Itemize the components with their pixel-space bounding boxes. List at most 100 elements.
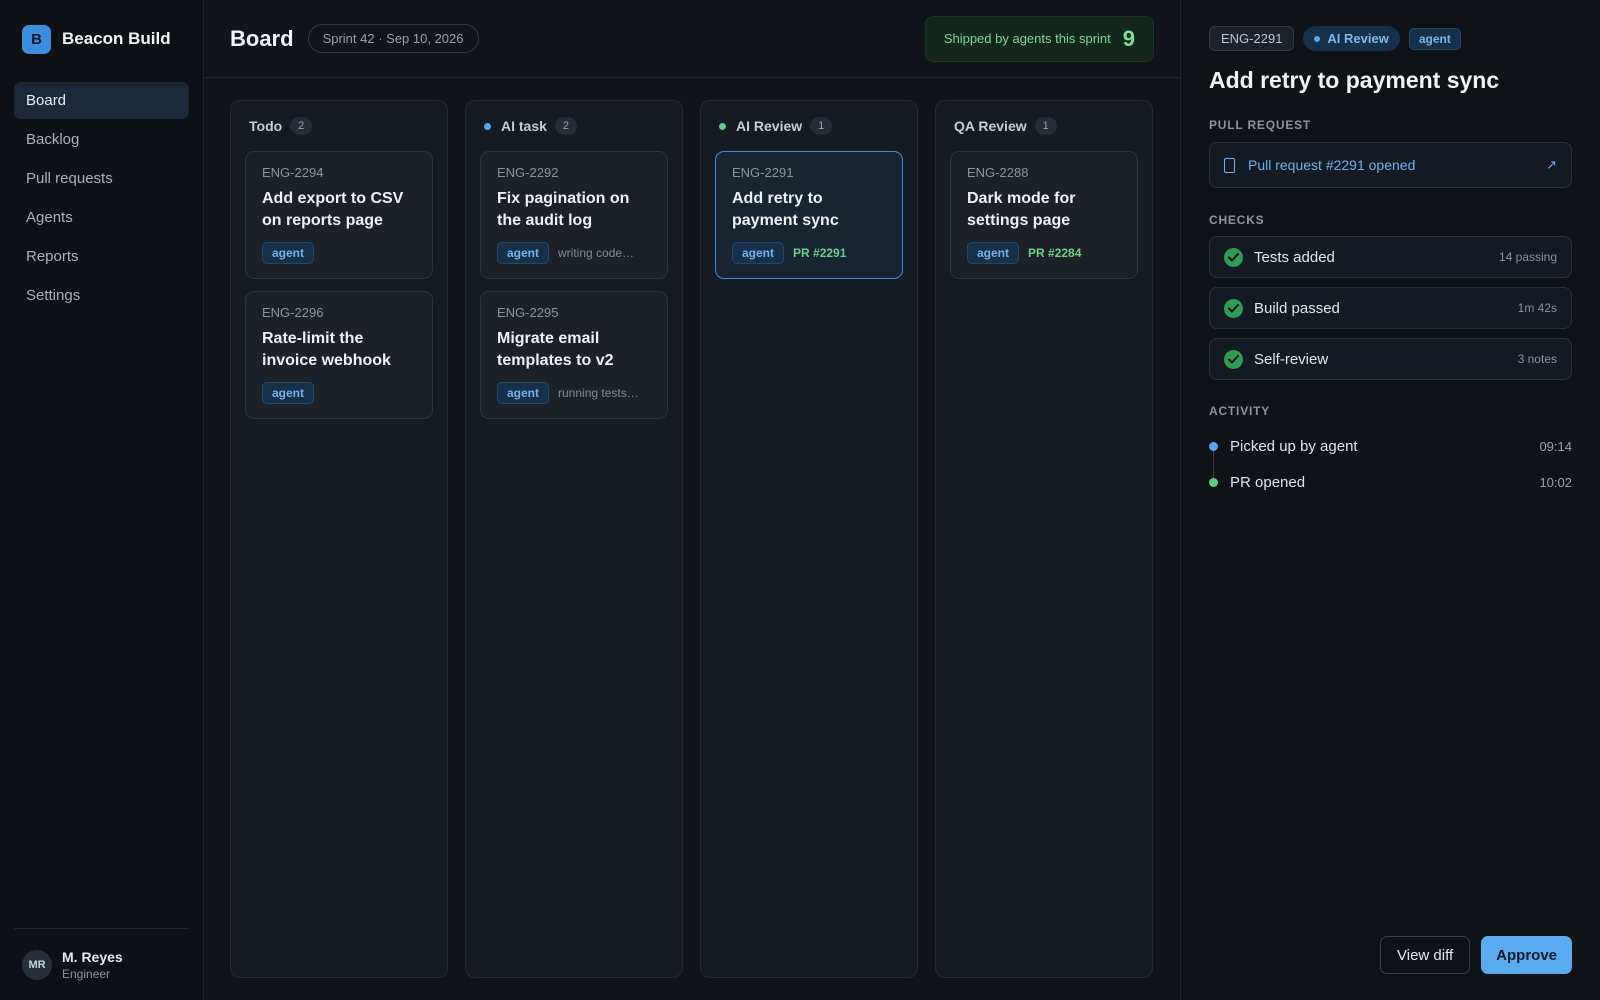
- agent-tag: agent: [732, 242, 785, 264]
- detail-tags: ENG-2291 AI Review agent: [1209, 26, 1572, 51]
- check-circle-icon: [1224, 247, 1243, 267]
- ticket-title: Migrate email templates to v2: [497, 330, 614, 369]
- brand[interactable]: B Beacon Build: [14, 0, 189, 78]
- sprint-pill[interactable]: Sprint 42 · Sep 10, 2026: [307, 24, 479, 53]
- column-count: 1: [810, 117, 833, 135]
- check-meta: 14 passing: [1498, 250, 1557, 264]
- ticket-card[interactable]: ENG-2294 Add export to CSV on reports pa…: [245, 151, 433, 279]
- avatar: MR: [22, 949, 52, 980]
- shipped-count: 9: [1122, 25, 1135, 51]
- shipped-stat: Shipped by agents this sprint 9: [924, 15, 1154, 62]
- column-count: 2: [290, 117, 313, 135]
- user-profile[interactable]: MR M. Reyes Engineer: [14, 928, 189, 1000]
- ticket-card-selected[interactable]: ENG-2291 Add retry to payment sync agent…: [715, 151, 903, 279]
- ticket-footer: agent PR #2291: [732, 242, 886, 264]
- document-icon: [1224, 157, 1235, 173]
- column-count: 2: [554, 117, 577, 135]
- column-header: Todo 2: [245, 101, 433, 151]
- check-label: Self-review: [1254, 350, 1329, 368]
- app-root: B Beacon Build Board Backlog Pull reques…: [0, 0, 1600, 1000]
- ticket-card[interactable]: ENG-2292 Fix pagination on the audit log…: [480, 151, 668, 279]
- brand-name: Beacon Build: [62, 29, 171, 48]
- external-link-icon: ↗: [1546, 157, 1557, 172]
- pull-request-text: Pull request #2291 opened: [1248, 157, 1416, 173]
- ticket-id: ENG-2292: [497, 165, 559, 180]
- agent-tag: agent: [497, 382, 550, 404]
- activity-dot-icon: [1209, 477, 1218, 487]
- ticket-card[interactable]: ENG-2296 Rate-limit the invoice webhook …: [245, 291, 433, 419]
- activity-time: 09:14: [1539, 438, 1572, 454]
- agent-status: writing code…: [558, 246, 635, 260]
- detail-actions: View diff Approve: [1380, 936, 1572, 974]
- column-title: Todo: [249, 118, 283, 134]
- sidebar-item-board[interactable]: Board: [14, 82, 189, 119]
- activity-dot-icon: [1209, 441, 1218, 451]
- check-circle-icon: [1224, 298, 1243, 318]
- status-dot-icon: [484, 122, 491, 130]
- column-title: QA Review: [954, 118, 1027, 134]
- page-title: Board: [230, 25, 294, 51]
- agent-status: running tests…: [558, 386, 639, 400]
- pr-link[interactable]: PR #2291: [793, 246, 846, 260]
- ticket-footer: agent PR #2284: [967, 242, 1121, 264]
- column-header: AI Review 1: [715, 101, 903, 151]
- pull-request-link[interactable]: Pull request #2291 opened ↗: [1209, 142, 1572, 188]
- check-item[interactable]: Self-review 3 notes: [1209, 338, 1572, 380]
- approve-button[interactable]: Approve: [1481, 936, 1572, 974]
- column-todo: Todo 2 ENG-2294 Add export to CSV on rep…: [230, 100, 448, 978]
- sidebar-nav: Board Backlog Pull requests Agents Repor…: [14, 82, 189, 314]
- ticket-title: Fix pagination on the audit log: [497, 190, 630, 229]
- column-ai-task: AI task 2 ENG-2292 Fix pagination on the…: [465, 100, 683, 978]
- detail-status-badge: AI Review: [1303, 26, 1400, 51]
- ticket-id: ENG-2295: [497, 305, 559, 320]
- ticket-footer: agent writing code…: [497, 242, 651, 264]
- detail-title: Add retry to payment sync: [1209, 67, 1500, 93]
- sidebar-item-backlog[interactable]: Backlog: [14, 121, 189, 158]
- activity-section-label: ACTIVITY: [1209, 404, 1271, 418]
- detail-ticket-id: ENG-2291: [1209, 26, 1295, 51]
- activity-text: PR opened: [1230, 473, 1306, 491]
- column-count: 1: [1034, 117, 1057, 135]
- ticket-id: ENG-2291: [732, 165, 794, 180]
- ticket-footer: agent running tests…: [497, 382, 651, 404]
- check-item[interactable]: Build passed 1m 42s: [1209, 287, 1572, 329]
- status-dot-icon: [1314, 35, 1321, 42]
- status-dot-icon: [719, 122, 726, 130]
- check-meta: 3 notes: [1517, 352, 1557, 366]
- check-meta: 1m 42s: [1517, 301, 1557, 315]
- pr-link[interactable]: PR #2284: [1028, 246, 1081, 260]
- sidebar-item-agents[interactable]: Agents: [14, 199, 189, 236]
- topbar: Board Sprint 42 · Sep 10, 2026 Shipped b…: [204, 0, 1180, 78]
- sidebar-item-settings[interactable]: Settings: [14, 277, 189, 314]
- column-ai-review: AI Review 1 ENG-2291 Add retry to paymen…: [700, 100, 918, 978]
- ticket-title: Rate-limit the invoice webhook: [262, 330, 391, 369]
- detail-agent-tag: agent: [1408, 27, 1461, 50]
- column-qa-review: QA Review 1 ENG-2288 Dark mode for setti…: [935, 100, 1153, 978]
- check-label: Build passed: [1254, 299, 1340, 317]
- ticket-title: Add export to CSV on reports page: [262, 190, 404, 229]
- ticket-footer: agent: [262, 382, 416, 404]
- user-info: M. Reyes Engineer: [62, 949, 123, 981]
- activity-time: 10:02: [1539, 474, 1572, 490]
- agent-tag: agent: [262, 382, 315, 404]
- check-circle-icon: [1224, 349, 1243, 369]
- column-header: AI task 2: [480, 101, 668, 151]
- detail-panel: ENG-2291 AI Review agent Add retry to pa…: [1180, 0, 1600, 1000]
- activity-text: Picked up by agent: [1230, 437, 1358, 455]
- ticket-title: Add retry to payment sync: [732, 190, 839, 229]
- ticket-card[interactable]: ENG-2288 Dark mode for settings page age…: [950, 151, 1138, 279]
- agent-tag: agent: [967, 242, 1020, 264]
- sidebar-item-pull-requests[interactable]: Pull requests: [14, 160, 189, 197]
- column-title: AI Review: [736, 118, 803, 134]
- brand-logo: B: [22, 24, 51, 54]
- ticket-card[interactable]: ENG-2295 Migrate email templates to v2 a…: [480, 291, 668, 419]
- view-diff-button[interactable]: View diff: [1380, 936, 1471, 974]
- activity-item: Picked up by agent 09:14: [1209, 428, 1572, 464]
- checks-list: Tests added 14 passing Build passed 1m 4…: [1209, 236, 1572, 380]
- checks-section-label: CHECKS: [1209, 213, 1265, 227]
- activity-item: PR opened 10:02: [1209, 464, 1572, 500]
- ticket-id: ENG-2288: [967, 165, 1029, 180]
- shipped-label: Shipped by agents this sprint: [943, 31, 1111, 46]
- sidebar-item-reports[interactable]: Reports: [14, 238, 189, 275]
- check-item[interactable]: Tests added 14 passing: [1209, 236, 1572, 278]
